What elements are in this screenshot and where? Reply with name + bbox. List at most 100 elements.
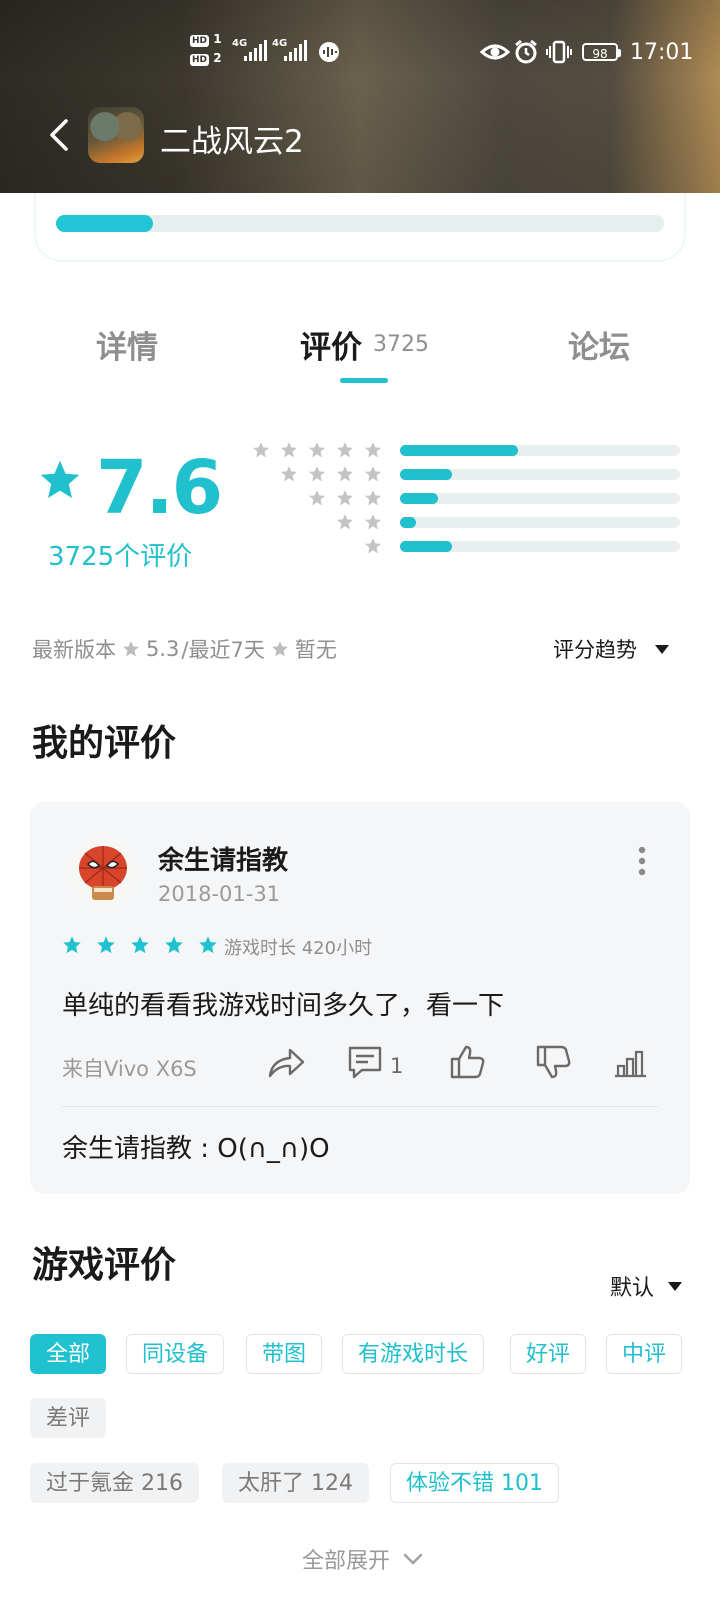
distribution-stars bbox=[336, 513, 382, 531]
card-divider bbox=[62, 1106, 658, 1107]
stats-bars-icon[interactable] bbox=[612, 1044, 652, 1080]
star-icon bbox=[365, 466, 381, 482]
distribution-stars bbox=[252, 441, 382, 459]
tag-chip[interactable]: 过于氪金 216 bbox=[30, 1463, 199, 1503]
status-time: 17:01 bbox=[630, 40, 694, 65]
filter-chip-positive[interactable]: 好评 bbox=[510, 1334, 587, 1374]
tag-chip[interactable]: 太肝了 124 bbox=[222, 1463, 369, 1503]
filter-chip-negative[interactable]: 差评 bbox=[30, 1398, 107, 1438]
game-reviews-title: 游戏评价 bbox=[32, 1245, 177, 1286]
filter-chip-all[interactable]: 全部 bbox=[30, 1334, 107, 1374]
review-date: 2018-01-31 bbox=[158, 882, 281, 906]
tab-forum[interactable]: 论坛 bbox=[568, 322, 630, 367]
rating-count: 3725个评价 bbox=[48, 542, 193, 572]
distribution-stars bbox=[280, 465, 382, 483]
rating-distribution-row bbox=[250, 513, 682, 531]
vibrate-icon bbox=[546, 40, 572, 64]
star-icon bbox=[337, 514, 353, 530]
signal-icon bbox=[284, 40, 307, 61]
dropdown-triangle-icon bbox=[655, 644, 669, 654]
chevron-down-icon bbox=[403, 1553, 423, 1565]
comment-count: 1 bbox=[390, 1054, 404, 1078]
review-user-name[interactable]: 余生请指教 bbox=[158, 840, 288, 877]
play-time: 游戏时长 420小时 bbox=[224, 938, 373, 959]
signal-icon bbox=[244, 40, 267, 61]
filter-chip-same-device[interactable]: 同设备 bbox=[126, 1334, 225, 1374]
star-icon bbox=[123, 641, 139, 657]
back-arrow-icon[interactable] bbox=[42, 115, 78, 155]
spider-avatar-icon bbox=[68, 838, 138, 908]
rating-distribution-row bbox=[250, 465, 682, 483]
review-device: 来自Vivo X6S bbox=[62, 1057, 197, 1081]
thumbs-down-icon[interactable] bbox=[534, 1044, 574, 1080]
tab-details[interactable]: 详情 bbox=[96, 322, 158, 367]
expand-all-button[interactable]: 全部展开 bbox=[302, 1543, 424, 1575]
audio-wave-icon bbox=[319, 42, 339, 62]
star-icon bbox=[365, 490, 381, 506]
latest-version-score: 5.3 bbox=[146, 637, 180, 661]
more-options-icon[interactable] bbox=[637, 846, 647, 876]
recent-label: /最近7天 bbox=[181, 638, 265, 662]
filter-chip-with-image[interactable]: 带图 bbox=[246, 1334, 323, 1374]
tab-reviews[interactable]: 评价 bbox=[300, 322, 362, 367]
star-icon bbox=[131, 936, 149, 954]
active-tab-indicator bbox=[340, 378, 388, 383]
star-icon bbox=[365, 442, 381, 458]
rating-distribution-row bbox=[250, 489, 682, 507]
sort-dropdown[interactable]: 默认 bbox=[610, 1270, 683, 1302]
distribution-bar-fill bbox=[400, 541, 452, 552]
battery-indicator: 98 bbox=[582, 43, 621, 61]
eye-icon bbox=[480, 44, 510, 60]
review-stars bbox=[62, 935, 218, 955]
star-icon bbox=[281, 442, 297, 458]
thumbs-up-icon[interactable] bbox=[448, 1044, 488, 1080]
distribution-stars bbox=[308, 489, 382, 507]
download-progress-fill bbox=[56, 215, 153, 232]
reply-text: 余生请指教 : O(∩_∩)O bbox=[62, 1134, 330, 1164]
page-title: 二战风云2 bbox=[160, 124, 304, 160]
recent-score: 暂无 bbox=[294, 638, 337, 662]
rating-trend-label: 评分趋势 bbox=[553, 638, 637, 662]
star-icon bbox=[365, 538, 381, 554]
star-icon bbox=[309, 466, 325, 482]
star-icon bbox=[309, 442, 325, 458]
star-icon bbox=[40, 460, 80, 498]
distribution-bar-fill bbox=[400, 469, 452, 480]
tab-reviews-count: 3725 bbox=[373, 332, 429, 357]
comment-icon[interactable] bbox=[346, 1044, 386, 1080]
sort-label: 默认 bbox=[610, 1276, 655, 1301]
rating-distribution-row bbox=[250, 441, 682, 459]
version-rating-line: 最新版本 5.3 /最近7天 暂无 bbox=[32, 634, 337, 664]
review-text: 单纯的看看我游戏时间多久了，看一下 bbox=[62, 991, 505, 1021]
distribution-bar-fill bbox=[400, 445, 518, 456]
star-icon bbox=[337, 466, 353, 482]
star-icon bbox=[365, 514, 381, 530]
distribution-bar-track bbox=[400, 517, 680, 528]
game-app-icon bbox=[88, 107, 144, 163]
star-icon bbox=[309, 490, 325, 506]
tag-chip[interactable]: 体验不错 101 bbox=[390, 1463, 559, 1503]
filter-chip-neutral[interactable]: 中评 bbox=[606, 1334, 683, 1374]
app-header bbox=[0, 0, 720, 193]
distribution-bar-fill bbox=[400, 493, 438, 504]
star-icon bbox=[253, 442, 269, 458]
filter-chip-with-playtime[interactable]: 有游戏时长 bbox=[342, 1334, 485, 1374]
rating-score: 7.6 bbox=[96, 445, 223, 531]
rating-distribution-row bbox=[250, 537, 682, 555]
alarm-icon bbox=[515, 39, 537, 64]
avatar[interactable] bbox=[68, 838, 138, 908]
rating-trend-dropdown[interactable]: 评分趋势 bbox=[553, 634, 669, 664]
star-icon bbox=[97, 936, 115, 954]
distribution-bar-track bbox=[400, 493, 680, 504]
distribution-stars bbox=[364, 537, 382, 555]
dual-sim-hd-indicator: HD 1 HD 2 bbox=[190, 32, 222, 66]
star-icon bbox=[199, 936, 217, 954]
star-icon bbox=[63, 936, 81, 954]
star-icon bbox=[281, 466, 297, 482]
expand-all-label: 全部展开 bbox=[302, 1549, 391, 1574]
share-icon[interactable] bbox=[266, 1044, 306, 1080]
my-review-title: 我的评价 bbox=[32, 723, 177, 764]
dropdown-triangle-icon bbox=[668, 1281, 683, 1291]
distribution-bar-fill bbox=[400, 517, 416, 528]
star-icon bbox=[337, 442, 353, 458]
